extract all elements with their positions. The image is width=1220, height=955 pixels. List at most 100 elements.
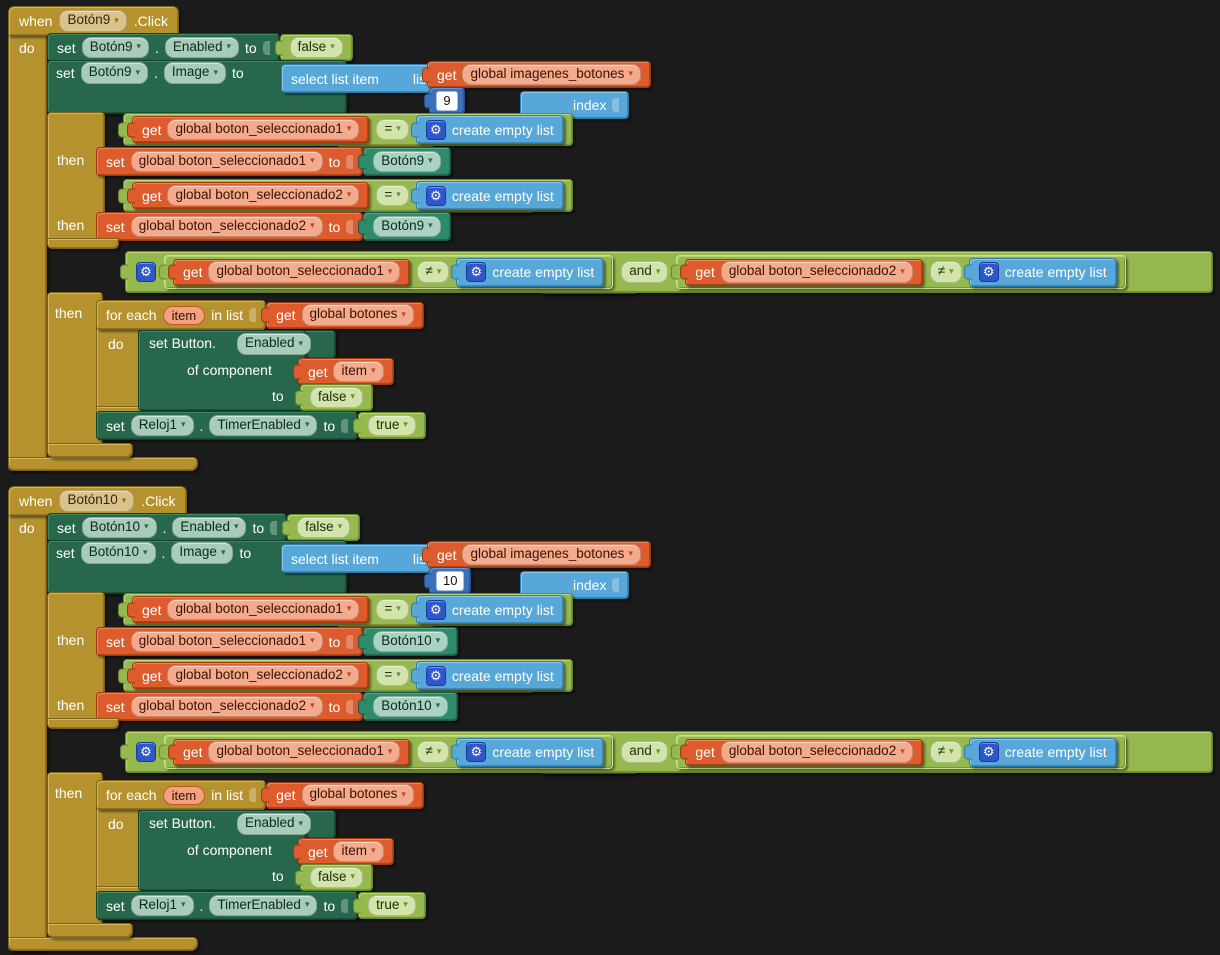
- component-dropdown[interactable]: Botón9 ▾: [59, 10, 127, 32]
- logic-dropdown[interactable]: false ▾: [310, 866, 364, 889]
- create-empty-list-block[interactable]: ⚙ create empty list: [456, 737, 605, 767]
- set-variable-block[interactable]: set global boton_seleccionado2 ▾ to: [96, 212, 364, 241]
- component-dropdown[interactable]: Botón9 ▾: [373, 150, 441, 173]
- logic-dropdown[interactable]: false ▾: [310, 386, 364, 409]
- property-dropdown[interactable]: TimerEnabled ▾: [209, 414, 318, 437]
- get-variable-block[interactable]: get global boton_seleccionado2 ▾: [132, 662, 370, 689]
- math-number-block[interactable]: 10: [429, 567, 472, 594]
- equals-comparison-block[interactable]: get global boton_seleccionado2 ▾ = ▾ ⚙ cre…: [123, 659, 573, 692]
- and-logic-block[interactable]: ⚙ get global boton_seleccionado1 ▾ ≠ ▾ ⚙ c…: [125, 731, 1213, 773]
- math-number-block[interactable]: 9: [429, 87, 465, 114]
- not-equals-comparison-block[interactable]: get global boton_seleccionado1 ▾ ≠ ▾ ⚙ cre…: [164, 735, 614, 769]
- set-variable-block[interactable]: set global boton_seleccionado1 ▾ to: [96, 147, 364, 176]
- create-empty-list-block[interactable]: ⚙ create empty list: [968, 737, 1117, 767]
- create-empty-list-block[interactable]: ⚙ create empty list: [456, 257, 605, 287]
- component-dropdown[interactable]: Botón9 ▾: [81, 36, 150, 59]
- for-each-block[interactable]: for each item in list: [96, 300, 267, 330]
- variable-dropdown[interactable]: global boton_seleccionado1 ▾: [167, 598, 360, 621]
- logic-false-block[interactable]: false ▾: [287, 514, 361, 541]
- equals-comparison-block[interactable]: get global boton_seleccionado1 ▾ = ▾ ⚙ cre…: [123, 113, 573, 146]
- variable-dropdown[interactable]: global imagenes_botones ▾: [462, 63, 641, 86]
- mutator-gear-icon[interactable]: ⚙: [466, 742, 487, 762]
- variable-dropdown[interactable]: global imagenes_botones ▾: [462, 543, 641, 566]
- loop-variable-field[interactable]: item: [162, 305, 206, 325]
- mutator-gear-icon[interactable]: ⚙: [425, 665, 446, 686]
- logic-dropdown[interactable]: true ▾: [368, 894, 416, 917]
- create-empty-list-block[interactable]: ⚙ create empty list: [415, 181, 564, 210]
- operator-dropdown[interactable]: ≠ ▾: [929, 261, 962, 283]
- mutator-gear-icon[interactable]: ⚙: [978, 742, 999, 762]
- variable-dropdown[interactable]: global boton_seleccionado2 ▾: [130, 695, 323, 718]
- logic-dropdown[interactable]: true ▾: [368, 414, 416, 437]
- when-boton10-click-block[interactable]: when Botón10 ▾ .Click do set Botón10 ▾ . E…: [8, 486, 1220, 955]
- component-dropdown[interactable]: Botón10 ▾: [59, 490, 135, 512]
- set-variable-block[interactable]: set global boton_seleccionado1 ▾ to: [96, 627, 364, 656]
- variable-dropdown[interactable]: global boton_seleccionado2 ▾: [720, 261, 913, 283]
- and-operator-dropdown[interactable]: and ▾: [621, 261, 669, 283]
- logic-dropdown[interactable]: false ▾: [297, 516, 351, 539]
- operator-dropdown[interactable]: ≠ ▾: [417, 261, 450, 283]
- component-value-block[interactable]: Botón9 ▾: [363, 212, 451, 241]
- loop-variable-field[interactable]: item: [162, 785, 206, 805]
- set-property-block[interactable]: set Botón9 ▾ . Enabled ▾ to: [47, 33, 280, 62]
- get-variable-block[interactable]: get global boton_seleccionado1 ▾: [173, 258, 411, 286]
- logic-false-block[interactable]: false ▾: [300, 864, 374, 891]
- property-dropdown[interactable]: Enabled ▾: [164, 36, 239, 59]
- operator-dropdown[interactable]: = ▾: [376, 598, 409, 621]
- component-dropdown[interactable]: Botón10 ▾: [373, 695, 449, 718]
- mutator-gear-icon[interactable]: ⚙: [978, 262, 999, 282]
- component-dropdown[interactable]: Botón9 ▾: [373, 215, 441, 238]
- variable-dropdown[interactable]: global botones ▾: [301, 304, 414, 326]
- property-dropdown[interactable]: Enabled ▾: [237, 333, 312, 355]
- when-block-header[interactable]: when Botón9 ▾ .Click: [8, 6, 180, 36]
- set-property-block[interactable]: set Reloj1 ▾ . TimerEnabled ▾ to: [96, 891, 359, 920]
- logic-false-block[interactable]: false ▾: [300, 384, 374, 411]
- get-variable-block[interactable]: get item ▾: [298, 838, 394, 865]
- get-variable-block[interactable]: get item ▾: [298, 358, 394, 385]
- get-variable-block[interactable]: get global imagenes_botones ▾: [427, 61, 651, 88]
- blocks-workspace[interactable]: when Botón9 ▾ .Click do set Botón9 ▾ . Ena…: [0, 0, 1220, 955]
- mutator-gear-icon[interactable]: ⚙: [136, 262, 156, 282]
- operator-dropdown[interactable]: = ▾: [376, 184, 409, 207]
- variable-dropdown[interactable]: global boton_seleccionado1 ▾: [208, 261, 401, 283]
- component-dropdown[interactable]: Botón10 ▾: [373, 630, 449, 653]
- get-variable-block[interactable]: get global boton_seleccionado2 ▾: [685, 258, 923, 286]
- not-equals-comparison-block[interactable]: get global boton_seleccionado2 ▾ ≠ ▾ ⚙ cre…: [676, 255, 1126, 289]
- logic-false-block[interactable]: false ▾: [279, 34, 353, 61]
- mutator-gear-icon[interactable]: ⚙: [425, 119, 446, 140]
- create-empty-list-block[interactable]: ⚙ create empty list: [415, 595, 564, 624]
- component-value-block[interactable]: Botón10 ▾: [363, 692, 459, 721]
- when-block-header[interactable]: when Botón10 ▾ .Click: [8, 486, 187, 516]
- variable-dropdown[interactable]: item ▾: [333, 360, 384, 383]
- mutator-gear-icon[interactable]: ⚙: [466, 262, 487, 282]
- property-dropdown[interactable]: Image ▾: [163, 62, 226, 84]
- component-dropdown[interactable]: Reloj1 ▾: [130, 894, 194, 917]
- variable-dropdown[interactable]: item ▾: [333, 840, 384, 863]
- get-variable-block[interactable]: get global boton_seleccionado2 ▾: [132, 182, 370, 209]
- and-logic-block[interactable]: ⚙ get global boton_seleccionado1 ▾ ≠ ▾ ⚙ c…: [125, 251, 1213, 293]
- component-value-block[interactable]: Botón9 ▾: [363, 147, 451, 176]
- component-dropdown[interactable]: Botón9 ▾: [80, 62, 149, 84]
- equals-comparison-block[interactable]: get global boton_seleccionado2 ▾ = ▾ ⚙ cre…: [123, 179, 573, 212]
- variable-dropdown[interactable]: global boton_seleccionado2 ▾: [167, 184, 360, 207]
- logic-true-block[interactable]: true ▾: [358, 412, 426, 439]
- operator-dropdown[interactable]: = ▾: [376, 664, 409, 687]
- operator-dropdown[interactable]: ≠ ▾: [929, 741, 962, 763]
- set-property-block[interactable]: set Reloj1 ▾ . TimerEnabled ▾ to: [96, 411, 359, 440]
- get-variable-block[interactable]: get global imagenes_botones ▾: [427, 541, 651, 568]
- when-boton9-click-block[interactable]: when Botón9 ▾ .Click do set Botón9 ▾ . Ena…: [8, 6, 1220, 476]
- variable-dropdown[interactable]: global botones ▾: [301, 784, 414, 806]
- equals-comparison-block[interactable]: get global boton_seleccionado1 ▾ = ▾ ⚙ cre…: [123, 593, 573, 626]
- logic-true-block[interactable]: true ▾: [358, 892, 426, 919]
- mutator-gear-icon[interactable]: ⚙: [136, 742, 156, 762]
- get-variable-block[interactable]: get global botones ▾: [266, 301, 424, 329]
- and-operator-dropdown[interactable]: and ▾: [621, 741, 669, 763]
- component-dropdown[interactable]: Botón10 ▾: [81, 516, 157, 539]
- mutator-gear-icon[interactable]: ⚙: [425, 599, 446, 620]
- variable-dropdown[interactable]: global boton_seleccionado2 ▾: [720, 741, 913, 763]
- create-empty-list-block[interactable]: ⚙ create empty list: [968, 257, 1117, 287]
- property-dropdown[interactable]: Image ▾: [171, 542, 234, 564]
- number-field[interactable]: 9: [436, 90, 458, 111]
- mutator-gear-icon[interactable]: ⚙: [425, 185, 446, 206]
- variable-dropdown[interactable]: global boton_seleccionado1 ▾: [130, 150, 323, 173]
